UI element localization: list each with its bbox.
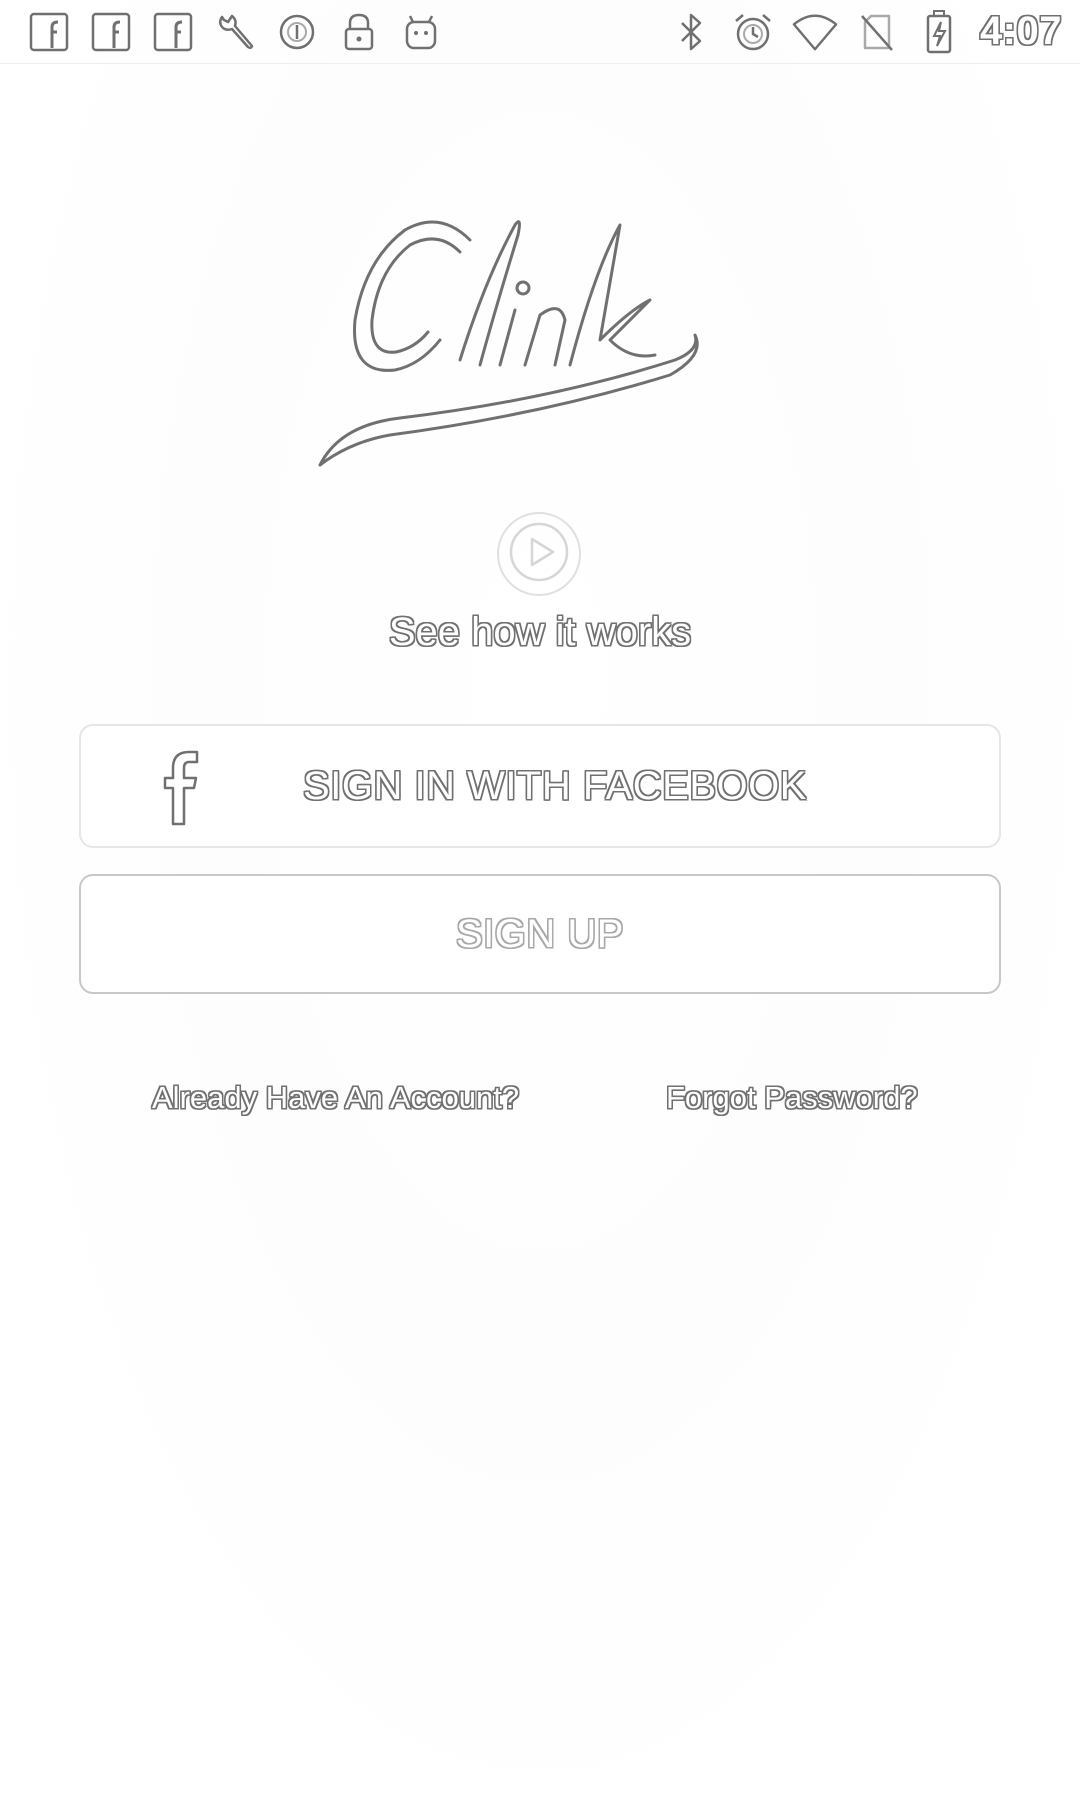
facebook-notification-icon [88, 9, 134, 55]
facebook-notification-icon [26, 9, 72, 55]
lock-icon [336, 9, 382, 55]
status-bar-system: 4:07 [660, 9, 1062, 55]
see-how-it-works-link[interactable]: See how it works [0, 610, 1080, 655]
status-bar: 4:07 [0, 0, 1080, 64]
clock-time: 4:07 [979, 9, 1062, 53]
sign-up-button[interactable]: SIGN UP [79, 874, 1001, 994]
clink-logo [310, 200, 770, 480]
battery-charging-icon [916, 9, 962, 55]
android-icon [398, 9, 444, 55]
already-have-account-link[interactable]: Already Have An Account? [152, 1080, 519, 1116]
sign-up-button-label: SIGN UP [456, 911, 624, 956]
no-sim-icon [854, 9, 900, 55]
sign-in-with-facebook-button[interactable]: SIGN IN WITH FACEBOOK [79, 724, 1001, 848]
wrench-icon [212, 9, 258, 55]
bluetooth-icon [668, 9, 714, 55]
facebook-notification-icon [150, 9, 196, 55]
facebook-button-label: SIGN IN WITH FACEBOOK [303, 763, 807, 808]
wifi-icon [792, 9, 838, 55]
alarm-icon [730, 9, 776, 55]
facebook-icon [159, 748, 203, 828]
status-bar-notifications [26, 9, 460, 55]
forgot-password-link[interactable]: Forgot Password? [666, 1080, 918, 1116]
play-video-button[interactable] [497, 512, 581, 596]
sync-icon [274, 9, 320, 55]
play-icon [507, 520, 571, 589]
login-screen: 4:07 See how it works SIGN IN WITH FACEB… [0, 0, 1080, 1794]
